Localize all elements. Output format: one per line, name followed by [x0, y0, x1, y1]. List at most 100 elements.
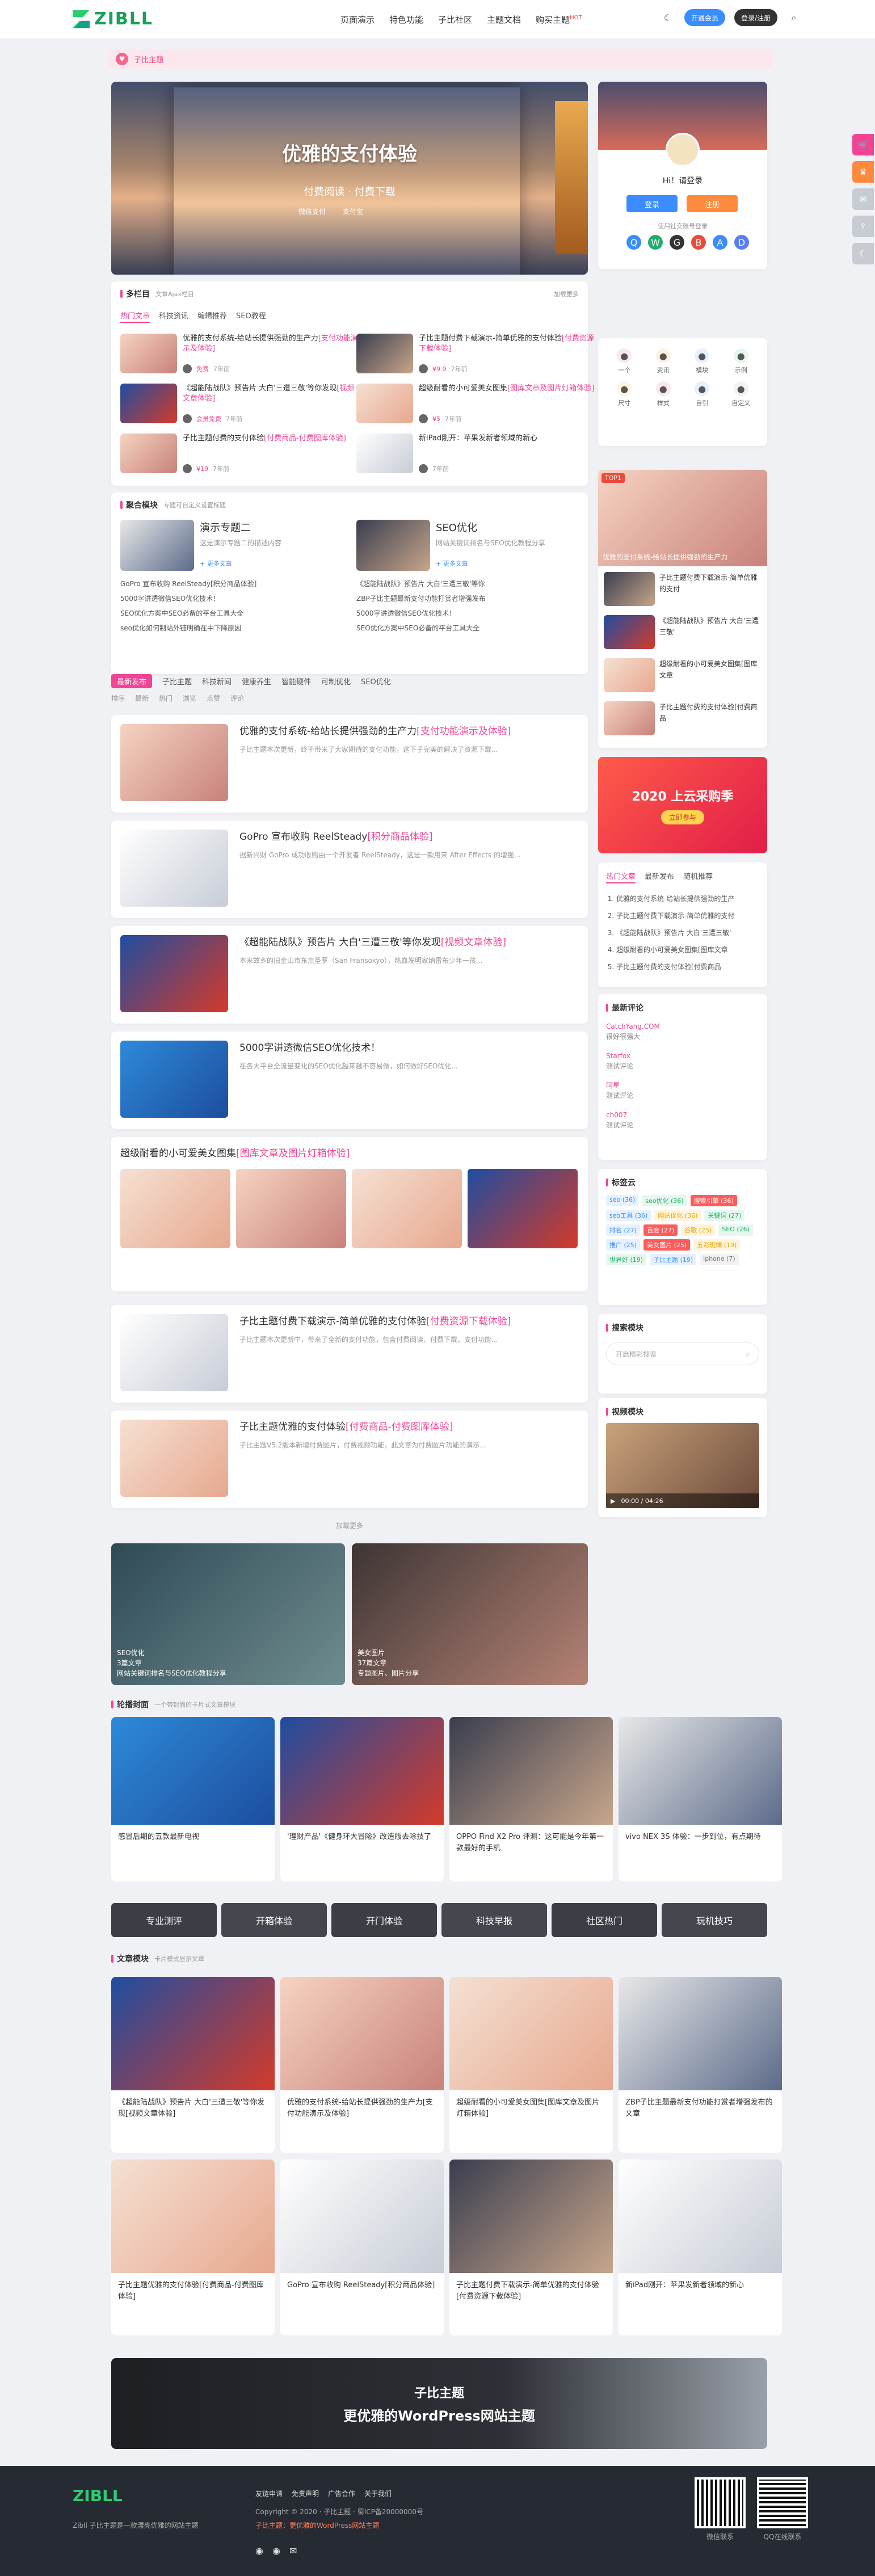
post-title[interactable]: 5000字讲透微信SEO优化技术！ [239, 1041, 579, 1055]
rank-item[interactable]: 优雅的支付系统-给站长提供强劲的生产 [616, 890, 759, 907]
footer-link[interactable]: 友链申请 [255, 2489, 283, 2498]
tag-link[interactable]: 子比主题 (19) [650, 1254, 697, 1265]
more-posts-button[interactable]: + 更多文章 [436, 559, 545, 568]
topic-list-item[interactable]: SEO优化方案中SEO必备的平台工具大全 [120, 606, 347, 621]
more-posts-button[interactable]: + 更多文章 [200, 559, 281, 568]
tab-health[interactable]: 健康养生 [242, 676, 271, 687]
tag-link[interactable]: 网站优化 (36) [654, 1210, 701, 1221]
wechat-icon[interactable]: W [648, 235, 663, 250]
card-post[interactable]: ZBP子比主题最新支付功能打赏者增强发布的文章 [619, 1977, 782, 2153]
theme-icon[interactable]: ☾ [852, 243, 874, 264]
card-post[interactable]: 超级耐看的小可爱美女图集[图库文章及图片灯箱体验] [449, 1977, 613, 2153]
quick-link[interactable]: ● 样式 [647, 381, 680, 407]
rank-tab-latest[interactable]: 最新发布 [645, 870, 674, 883]
nav-item-features[interactable]: 特色功能 [389, 14, 423, 26]
card-post[interactable]: 子比主题优雅的支付体验[付费商品-付费图库体验] [111, 2160, 275, 2335]
site-logo[interactable]: ZIBLL [73, 9, 153, 29]
list-item[interactable]: 子比主题付费下载演示-简单优雅的支付 [604, 572, 762, 606]
tag-link[interactable]: 百度 (27) [643, 1224, 678, 1236]
sort-likes[interactable]: 点赞 [207, 693, 220, 703]
quick-link[interactable]: ● 示例 [725, 348, 758, 374]
cart-icon[interactable]: 🛒 [852, 134, 874, 155]
tab-seo[interactable]: SEO优化 [361, 676, 391, 687]
tag-link[interactable]: 搜索引擎 (36) [690, 1195, 737, 1206]
tag-link[interactable]: 谷歌 (25) [681, 1224, 716, 1236]
chat-icon[interactable]: ✉ [852, 188, 874, 210]
card-post[interactable]: 《超能陆战队》预告片 大白'三遭三敬'等你发现[视频文章体验] [111, 1977, 275, 2153]
quick-link[interactable]: ● 模块 [686, 348, 718, 374]
mail-icon[interactable]: ✉ [289, 2545, 297, 2556]
tag-link[interactable]: 五彩斑斓 (19) [693, 1239, 741, 1251]
post-card[interactable]: GoPro 宣布收购 ReelSteady[积分商品体验] 据新兴财 GoPro … [111, 820, 588, 918]
footer-link[interactable]: 广告合作 [328, 2489, 355, 2498]
tag-link[interactable]: 推广 (25) [606, 1239, 641, 1251]
quick-link[interactable]: ● 一个 [608, 348, 641, 374]
comment-item[interactable]: ch007 测试评论 [606, 1110, 759, 1130]
alipay-icon[interactable]: A [713, 235, 727, 250]
slider-side-preview[interactable] [555, 101, 588, 254]
post-card[interactable]: 子比主题优雅的支付体验[付费商品-付费图库体验] 子比主题V5.2版本新增付费图片… [111, 1411, 588, 1508]
weibo-icon[interactable]: B [691, 235, 706, 250]
category-button[interactable]: 社区热门 [552, 1903, 657, 1937]
topic-list-item[interactable]: 5000字讲透微信SEO优化技术！ [356, 606, 583, 621]
post-title[interactable]: GoPro 宣布收购 ReelSteady[积分商品体验] [239, 830, 579, 844]
sidebar-register-button[interactable]: 注册 [687, 195, 738, 212]
tab-tech[interactable]: 科技资讯 [159, 310, 188, 323]
tag-link[interactable]: iphone (7) [700, 1254, 739, 1265]
list-item[interactable]: 《超能陆战队》预告片 大白'三遭三敬'等你发现[视频文章体验] 会员免费 7年前 [120, 384, 359, 429]
tag-link[interactable]: seo (36) [606, 1195, 639, 1206]
nav-item-community[interactable]: 子比社区 [438, 14, 472, 26]
tag-link[interactable]: 关键词 (27) [704, 1210, 745, 1221]
nav-item-docs[interactable]: 主题文档 [487, 14, 521, 26]
notice-text[interactable]: 子比主题 [134, 54, 163, 65]
video-player[interactable]: ▶ 00:00 / 04:26 [606, 1423, 759, 1508]
card-post[interactable]: 子比主题付费下载演示-简单优雅的支付体验[付费资源下载体验] [449, 2160, 613, 2335]
tab-editor[interactable]: 编辑推荐 [197, 310, 227, 323]
sort-hot[interactable]: 热门 [159, 693, 173, 703]
category-button[interactable]: 科技早报 [441, 1903, 547, 1937]
crown-icon[interactable]: ♛ [852, 161, 874, 183]
tab-hot[interactable]: 热门文章 [120, 310, 150, 323]
sort-comments[interactable]: 评论 [230, 693, 244, 703]
tab-latest[interactable]: 最新发布 [111, 674, 153, 688]
gallery-image[interactable] [352, 1169, 462, 1248]
feature-box[interactable]: 美女图片 37篇文章 专题图片、图片分享 [352, 1543, 588, 1685]
comment-item[interactable]: CatchYang.COM 很好很强大 [606, 1021, 759, 1042]
tag-link[interactable]: seo工具 (36) [606, 1210, 651, 1221]
tab-optimize[interactable]: 可制优化 [321, 676, 351, 687]
comment-item[interactable]: Starfox 测试评论 [606, 1051, 759, 1071]
list-item[interactable]: 超级耐看的小可爱美女图集[图库文章 [604, 658, 762, 692]
card-post[interactable]: 感冒后期的五款最新电视 [111, 1717, 275, 1882]
load-more-button[interactable]: 加载更多 [111, 1521, 588, 1530]
wechat-icon[interactable]: ◉ [272, 2545, 280, 2556]
category-button[interactable]: 玩机技巧 [662, 1903, 767, 1937]
ad-button[interactable]: 立即参与 [661, 810, 704, 824]
quick-link[interactable]: ● 尺寸 [608, 381, 641, 407]
gallery-post-card[interactable]: 超级耐看的小可爱美女图集[图库文章及图片灯箱体验] [111, 1137, 588, 1291]
search-icon[interactable]: ⌕ [786, 10, 801, 25]
topic-list-item[interactable]: seo优化如何制站外链明确在中下降原因 [120, 621, 347, 635]
post-card[interactable]: 《超能陆战队》预告片 大白'三遭三敬'等你发现[视频文章体验] 本来故乡的旧金山市… [111, 926, 588, 1024]
post-card[interactable]: 优雅的支付系统-给站长提供强劲的生产力[支付功能演示及体验] 子比主题本次更新，终… [111, 715, 588, 813]
comment-item[interactable]: 阿星 测试评论 [606, 1080, 759, 1101]
card-post[interactable]: GoPro 宣布收购 ReelSteady[积分商品体验] [280, 2160, 444, 2335]
topic-list-item[interactable]: 《超能陆战队》预告片 大白'三遭三敬'等你 [356, 576, 583, 591]
tag-link[interactable]: SEO (26) [718, 1224, 753, 1236]
promo-banner[interactable]: 子比主题 更优雅的WordPress网站主题 [111, 2358, 767, 2449]
share-icon[interactable]: ⇪ [852, 216, 874, 237]
post-title[interactable]: 子比主题优雅的支付体验[付费商品-付费图库体验] [239, 1420, 579, 1434]
topic-card[interactable]: SEO优化 网站关键词排名与SEO优化教程分享 + 更多文章 《超能陆战队》预告片 … [356, 520, 583, 635]
list-item[interactable]: 优雅的支付系统-给站长提供强劲的生产力[支付功能演示及体验] 免费 7年前 [120, 334, 359, 379]
hero-slider[interactable]: 优雅的支付体验 付费阅读 · 付费下载 微信支付 支付宝 [111, 82, 588, 275]
card-post[interactable]: OPPO Find X2 Pro 评测：这可能是今年第一款最好的手机 [449, 1717, 613, 1882]
list-item[interactable]: 子比主题付费的支付体验[付费商品-付费图库体验] ¥19 7年前 [120, 433, 359, 479]
topic-list-item[interactable]: SEO优化方案中SEO必备的平台工具大全 [356, 621, 583, 635]
post-title[interactable]: 优雅的支付系统-给站长提供强劲的生产力[支付功能演示及体验] [239, 724, 579, 739]
post-card[interactable]: 子比主题付费下载演示-简单优雅的支付体验[付费资源下载体验] 子比主题本次更新中，… [111, 1305, 588, 1403]
topic-list-item[interactable]: ZBP子比主题最新支付功能打赏者增强发布 [356, 591, 583, 606]
theme-toggle-icon[interactable]: ☾ [661, 10, 675, 25]
rank-item[interactable]: 子比主题付费下载演示-简单优雅的支付 [616, 907, 759, 924]
topic-card[interactable]: 演示专题二 这是演示专题二的描述内容 + 更多文章 GoPro 宣布收购 ReelS… [120, 520, 347, 635]
nav-item-buy[interactable]: 购买主题HOT [536, 14, 582, 26]
sort-latest[interactable]: 最新 [135, 693, 149, 703]
